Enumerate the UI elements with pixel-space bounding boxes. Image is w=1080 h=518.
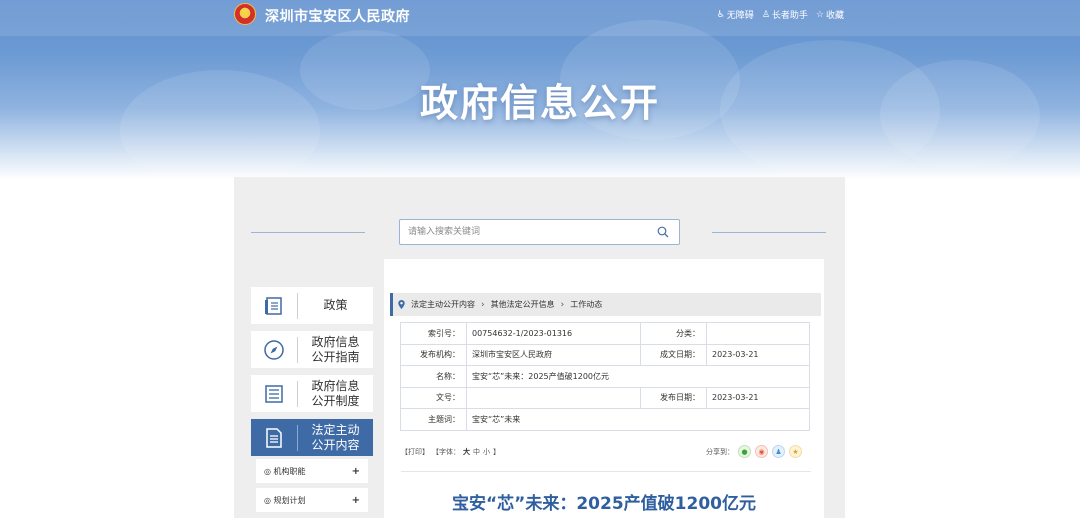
star-icon: ☆ [815,9,824,20]
published-date-label: 发布日期： [640,386,707,409]
circle-icon: ◎ [264,466,274,476]
index-no-label: 索引号： [400,322,467,345]
print-button[interactable]: 【打印】 [401,447,429,457]
favorite-link[interactable]: ☆ 收藏 [815,8,844,22]
doc-no-value [466,386,641,409]
sidebar-item-guide[interactable]: 政府信息公开指南 [251,331,373,368]
font-size-suffix: 】 [493,448,500,456]
subject-label: 主题词： [400,408,467,431]
sidebar-subitem-label: ◎ 机构职能 [264,466,306,476]
banner-title: 政府信息公开 [419,81,660,125]
doc-no-label: 文号： [400,386,467,409]
list-icon [251,375,297,412]
national-emblem-icon[interactable] [234,3,256,25]
category-value [706,322,810,345]
sidebar-item-label: 政策 [323,298,348,312]
name-label: 名称： [400,365,467,388]
sidebar-subitem-plans[interactable]: ◎ 规划计划 + [256,488,368,512]
search-divider-right [712,232,826,233]
name-value: 宝安“芯”未来：2025产值破1200亿元 [466,365,810,388]
font-medium-button[interactable]: 中 [473,447,480,457]
created-date-label: 成文日期： [640,343,707,366]
chevron-right-icon: › [560,299,565,310]
divider [401,471,811,472]
expand-icon[interactable]: + [352,495,360,506]
main-panel: 政策 政府信息公开指南 政府信息公开制度 [234,177,845,518]
elder-assistant-link[interactable]: ♙ 长者助手 [761,8,808,22]
sidebar-item-system[interactable]: 政府信息公开制度 [251,375,373,412]
article-title: 宝安“芯”未来：2025产值破1200亿元 [452,494,756,514]
top-links: ♿ 无障碍 ♙ 长者助手 ☆ 收藏 [716,8,844,22]
top-bar [0,0,1080,36]
category-label: 分类： [640,322,707,345]
publisher-label: 发布机构： [400,343,467,366]
created-date-value: 2023-03-21 [706,343,810,366]
sidebar-item-mandatory-disclosure[interactable]: 法定主动公开内容 [251,419,373,456]
elder-assistant-icon: ♙ [761,9,770,20]
sidebar-item-label: 政府信息公开制度 [311,378,360,408]
favorite-label: 收藏 [825,11,844,21]
weibo-share-icon[interactable]: ◉ [755,445,768,458]
table-row: 发布机构： 深圳市宝安区人民政府 成文日期： 2023-03-21 [400,343,810,366]
accessibility-icon: ♿ [716,9,725,20]
content-area: 法定主动公开内容 › 其他法定公开信息 › 工作动态 索引号： 00754632… [384,259,824,518]
sidebar-subitem-functions[interactable]: ◎ 机构职能 + [256,459,368,483]
search-input[interactable] [400,220,650,244]
published-date-value: 2023-03-21 [706,386,810,409]
accessibility-label: 无障碍 [726,11,754,21]
elder-assistant-label: 长者助手 [771,11,808,21]
font-large-button[interactable]: 大 [463,447,470,457]
qzone-share-icon[interactable]: ★ [789,445,802,458]
search-icon[interactable] [657,226,669,238]
table-row: 名称： 宝安“芯”未来：2025产值破1200亿元 [400,365,810,388]
article-tools: 【打印】 【字体： 大 中 小 】 [401,447,500,457]
font-small-button[interactable]: 小 [483,447,490,457]
book-icon [251,287,297,324]
location-pin-icon [398,300,405,309]
breadcrumb: 法定主动公开内容 › 其他法定公开信息 › 工作动态 [390,293,821,316]
expand-icon[interactable]: + [352,466,360,477]
table-row: 主题词： 宝安“芯”未来 [400,408,810,431]
site-name[interactable]: 深圳市宝安区人民政府 [265,6,410,26]
search-box [399,219,680,245]
document-icon [251,419,297,456]
search-divider-left [251,232,365,233]
share-label: 分享到： [706,447,734,456]
font-size-prefix: 【字体： [432,448,460,456]
index-no-value: 00754632-1/2023-01316 [466,322,641,345]
publisher-value: 深圳市宝安区人民政府 [466,343,641,366]
sidebar-item-label: 法定主动公开内容 [311,422,360,452]
breadcrumb-item[interactable]: 法定主动公开内容 [411,299,475,310]
qq-share-icon[interactable]: ♟ [772,445,785,458]
wechat-share-icon[interactable]: ● [738,445,751,458]
header-banner: 深圳市宝安区人民政府 ♿ 无障碍 ♙ 长者助手 ☆ 收藏 政府信息公开 [0,0,1080,180]
metadata-table: 索引号： 00754632-1/2023-01316 分类： 发布机构： 深圳市… [400,322,810,431]
sidebar-subitem-label: ◎ 规划计划 [264,495,306,505]
accessibility-link[interactable]: ♿ 无障碍 [716,8,754,22]
compass-icon [251,331,297,368]
share-bar: 分享到： ● ◉ ♟ ★ [706,445,802,458]
table-row: 文号： 发布日期： 2023-03-21 [400,386,810,409]
breadcrumb-item[interactable]: 工作动态 [570,299,602,310]
chevron-right-icon: › [481,299,485,310]
breadcrumb-item[interactable]: 其他法定公开信息 [491,299,555,310]
sidebar-item-policy[interactable]: 政策 [251,287,373,324]
table-row: 索引号： 00754632-1/2023-01316 分类： [400,322,810,345]
subject-value: 宝安“芯”未来 [466,408,810,431]
sidebar-item-label: 政府信息公开指南 [311,334,360,364]
circle-icon: ◎ [264,495,274,505]
